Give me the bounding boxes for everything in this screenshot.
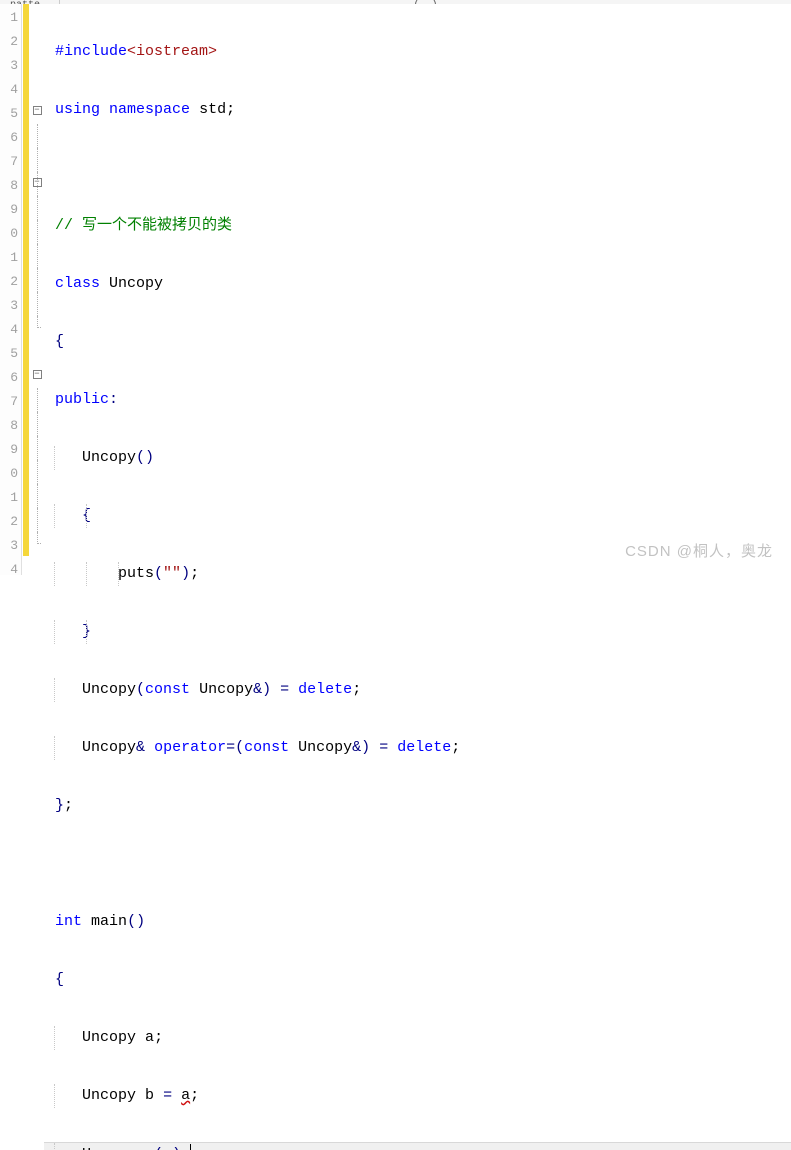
fold-toggle-icon[interactable]: − [33,106,42,115]
change-marker [23,52,29,76]
line-number: 8 [0,414,21,438]
change-marker [23,244,29,268]
line-number: 3 [0,534,21,558]
line-number: 1 [0,486,21,510]
change-marker [23,412,29,436]
line-number: 1 [0,6,21,30]
change-marker [23,388,29,412]
line-number: 9 [0,198,21,222]
line-number: 5 [0,102,21,126]
line-number: 4 [0,318,21,342]
line-number: 7 [0,390,21,414]
code-line[interactable]: Uncopy(const Uncopy&) = delete; [44,678,791,702]
line-number: 0 [0,462,21,486]
change-marker [23,148,29,172]
line-number: 6 [0,366,21,390]
change-marker [23,4,29,28]
code-line[interactable]: { [44,330,791,354]
code-editor[interactable]: 1 2 3 4 5 6 7 8 9 0 1 2 3 4 5 6 7 8 9 0 … [0,4,791,575]
code-line[interactable]: #include<iostream> [44,40,791,64]
line-number: 5 [0,342,21,366]
line-number: 2 [0,30,21,54]
line-number: 1 [0,246,21,270]
code-line[interactable]: Uncopy() [44,446,791,470]
change-marker [23,340,29,364]
line-number: 2 [0,270,21,294]
code-line-current[interactable]: Uncopy c(a); [44,1142,791,1150]
change-marker [23,268,29,292]
line-number: 8 [0,174,21,198]
code-line[interactable]: // 写一个不能被拷贝的类 [44,214,791,238]
error-squiggle: a [181,1087,190,1104]
fold-toggle-icon[interactable]: − [33,370,42,379]
code-line[interactable]: Uncopy& operator=(const Uncopy&) = delet… [44,736,791,760]
change-marker [23,484,29,508]
code-line[interactable] [44,852,791,876]
change-marker [23,76,29,100]
change-marker [23,364,29,388]
line-number: 4 [0,558,21,582]
change-marker [23,436,29,460]
change-marker-gutter [22,4,30,575]
change-marker [23,124,29,148]
code-area[interactable]: #include<iostream> using namespace std; … [44,4,791,575]
code-line[interactable]: int main() [44,910,791,934]
line-number: 3 [0,294,21,318]
line-number-gutter: 1 2 3 4 5 6 7 8 9 0 1 2 3 4 5 6 7 8 9 0 … [0,4,22,575]
fold-gutter: − − − [30,4,44,575]
code-line[interactable]: using namespace std; [44,98,791,122]
code-line[interactable]: }; [44,794,791,818]
code-line[interactable]: class Uncopy [44,272,791,296]
change-marker [23,220,29,244]
line-number: 6 [0,126,21,150]
line-number: 4 [0,78,21,102]
line-number: 3 [0,54,21,78]
line-number: 2 [0,510,21,534]
change-marker [23,100,29,124]
change-marker [23,28,29,52]
line-number: 9 [0,438,21,462]
change-marker [23,508,29,532]
error-squiggle: a [163,1146,172,1150]
change-marker [23,532,29,556]
line-number: 0 [0,222,21,246]
code-line[interactable]: Uncopy b = a; [44,1084,791,1108]
code-line[interactable]: { [44,968,791,992]
text-cursor [190,1144,191,1150]
line-number: 7 [0,150,21,174]
change-marker [23,172,29,196]
code-line[interactable]: public: [44,388,791,412]
change-marker [23,196,29,220]
code-line[interactable] [44,156,791,180]
change-marker [23,460,29,484]
change-marker [23,316,29,340]
code-line[interactable]: { [44,504,791,528]
code-line[interactable]: puts(""); [44,562,791,586]
change-marker [23,292,29,316]
code-line[interactable]: } [44,620,791,644]
code-line[interactable]: Uncopy a; [44,1026,791,1050]
